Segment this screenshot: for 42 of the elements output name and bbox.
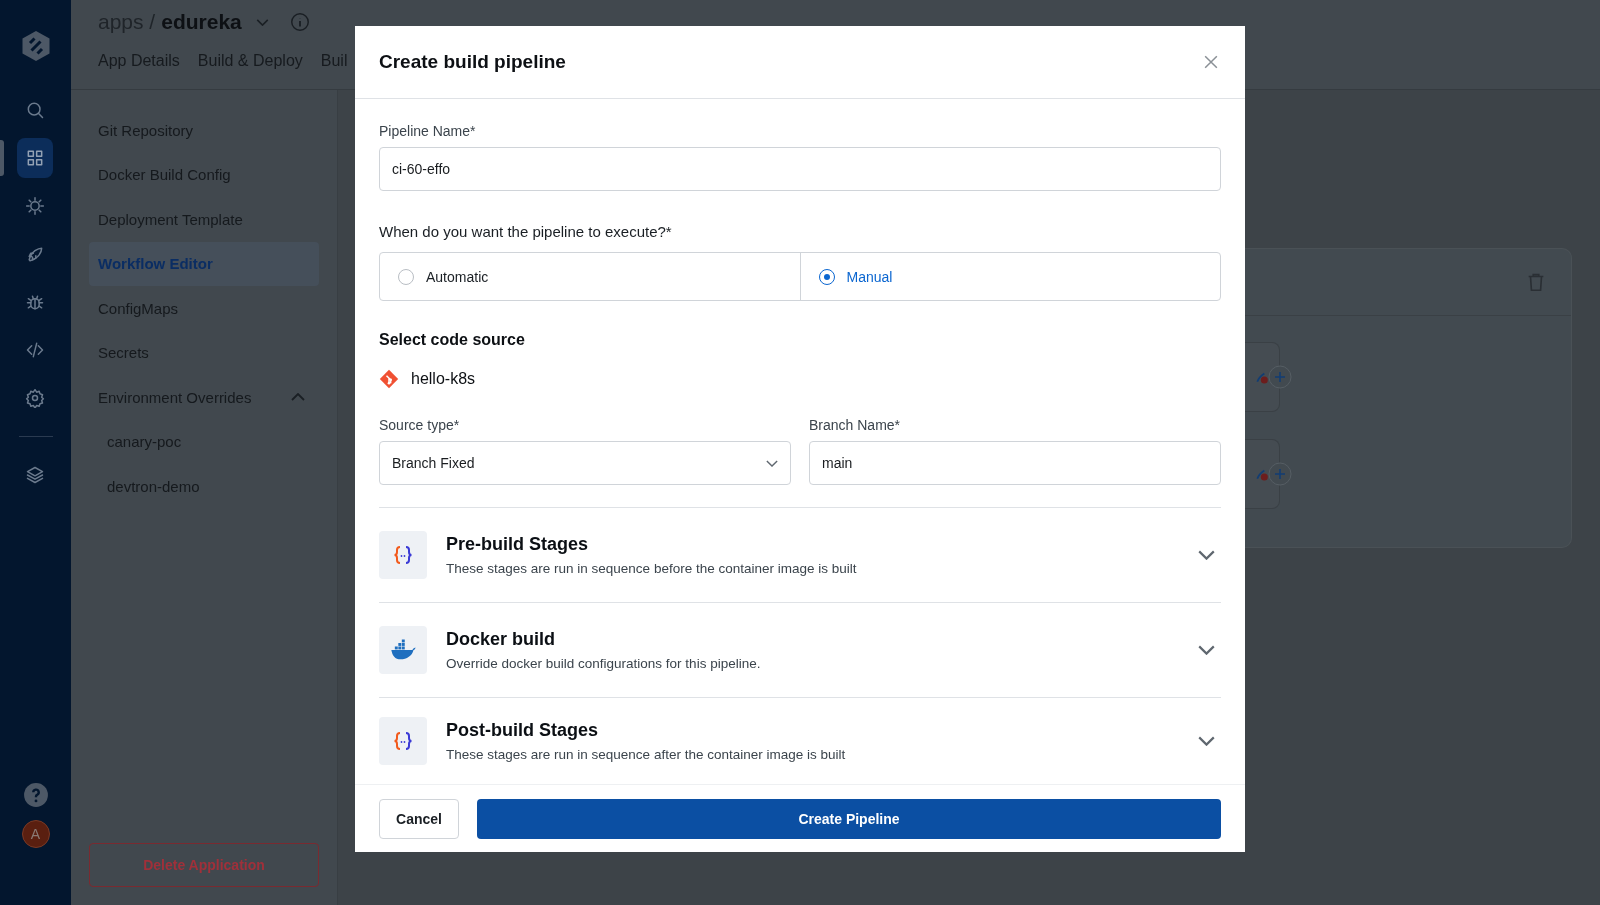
grid-icon <box>25 148 45 168</box>
settings-icon <box>25 388 45 408</box>
section-description: These stages are run in sequence after the container image is built <box>446 747 847 762</box>
help-icon <box>22 782 49 808</box>
section-title: Pre-build Stages <box>446 534 590 555</box>
section-title: Docker build <box>446 629 557 650</box>
chevron-down-icon[interactable] <box>1198 736 1215 746</box>
cancel-button[interactable]: Cancel <box>379 799 459 839</box>
nav-rail-button[interactable] <box>17 138 53 178</box>
pipeline-name-field[interactable]: ci-60-effo <box>379 147 1221 191</box>
section-title: Post-build Stages <box>446 720 599 741</box>
radio-option[interactable]: Automatic <box>380 253 800 300</box>
source-type-dropdown[interactable]: Branch Fixed <box>379 441 791 485</box>
branch-name-field[interactable]: main <box>809 441 1221 485</box>
delete-application-button[interactable]: Delete Application <box>89 843 319 887</box>
chevron-down-icon[interactable] <box>1198 645 1215 655</box>
chevron-down-icon[interactable] <box>1198 550 1215 560</box>
chevron-down-icon <box>255 18 269 26</box>
chevron-down-icon <box>766 459 778 467</box>
radio-option[interactable]: Manual <box>799 253 1220 300</box>
layers-icon <box>25 465 45 485</box>
section-heading: Select code source <box>379 331 526 349</box>
bug-icon <box>25 292 45 312</box>
field-label: When do you want the pipeline to execute?* <box>379 223 673 240</box>
app-name: edureka <box>161 10 242 34</box>
create-pipeline-button[interactable]: Create Pipeline <box>477 799 1221 839</box>
avatar[interactable]: A <box>21 820 50 848</box>
search-icon <box>25 100 45 120</box>
info-icon <box>288 11 311 33</box>
sidebar-item[interactable]: Workflow Editor <box>89 241 319 286</box>
field-label: Branch Name* <box>809 417 902 433</box>
section-description: These stages are run in sequence before the container image is built <box>446 561 858 576</box>
git-icon <box>379 369 399 389</box>
repository-name: hello-k8s <box>411 370 476 388</box>
radio-label: Manual <box>846 268 893 285</box>
radio-label: Automatic <box>426 268 489 285</box>
dialog-title: Create build pipeline <box>379 51 566 73</box>
field-label: Source type* <box>379 417 461 433</box>
gear-icon <box>25 196 45 216</box>
field-label: Pipeline Name* <box>379 123 477 139</box>
section-description: Override docker build configurations for this pipeline. <box>446 656 762 671</box>
code-icon <box>25 340 45 360</box>
